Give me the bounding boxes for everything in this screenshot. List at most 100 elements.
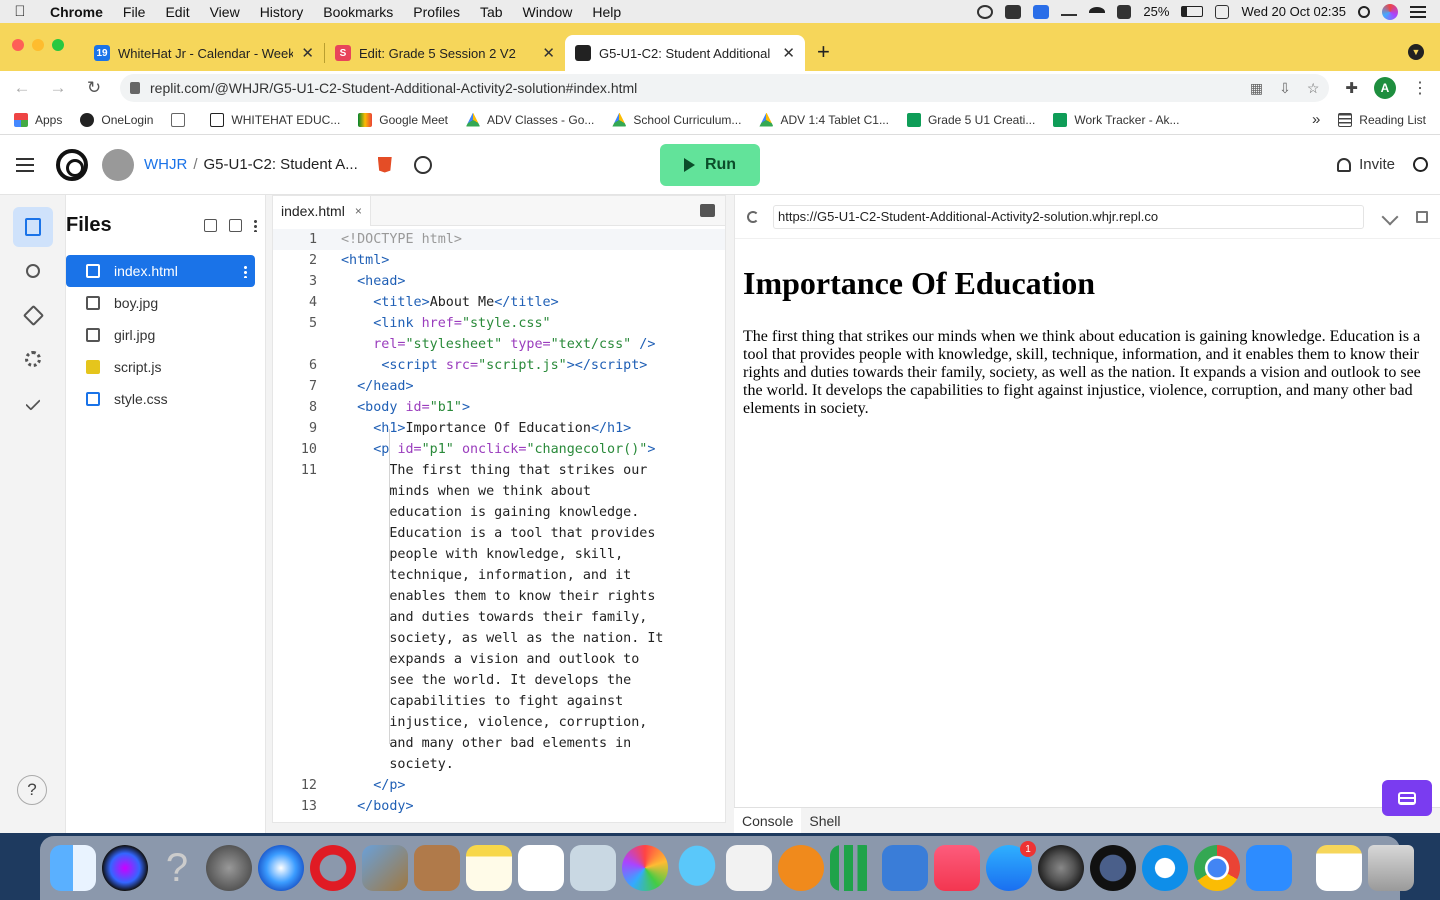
code-line[interactable]: society, as well as the nation. It [273, 628, 725, 649]
repl-name[interactable]: G5-U1-C2: Student A... [204, 156, 358, 173]
edit-url-icon[interactable] [1381, 208, 1399, 225]
recent-window-thumbnail-icon[interactable] [1316, 845, 1362, 891]
code-line[interactable]: 4 <title>About Me</title> [273, 292, 725, 313]
browser-tab-edit-session[interactable]: S Edit: Grade 5 Session 2 V2 ✕ [325, 35, 565, 71]
messages-icon[interactable] [674, 845, 720, 891]
file-item-script-js[interactable]: script.js [66, 351, 255, 383]
bookmark-work-tracker[interactable]: Work Tracker - Ak... [1053, 112, 1179, 127]
record-icon[interactable] [977, 4, 994, 19]
code-line[interactable]: rel="stylesheet" type="text/css" /> [273, 334, 725, 355]
menu-help[interactable]: Help [582, 4, 631, 20]
menu-bookmarks[interactable]: Bookmarks [313, 4, 403, 20]
reading-list-button[interactable]: Reading List [1338, 112, 1426, 127]
code-line[interactable]: 13 </body> [273, 796, 725, 817]
editor-options-icon[interactable] [700, 204, 715, 217]
menubar-clock[interactable]: Wed 20 Oct 02:35 [1241, 4, 1346, 19]
code-line[interactable]: 11 The first thing that strikes our [273, 460, 725, 481]
code-line[interactable]: 7 </head> [273, 376, 725, 397]
bookmark-google-meet[interactable]: Google Meet [358, 112, 448, 127]
search-icon[interactable] [1413, 157, 1428, 172]
owner-avatar[interactable] [102, 148, 134, 181]
notes-icon[interactable] [466, 845, 512, 891]
minimize-window-button[interactable] [32, 39, 44, 51]
trash-icon[interactable] [1368, 845, 1414, 891]
bookmark-grade5-u1[interactable]: Grade 5 U1 Creati... [906, 112, 1035, 127]
rail-packages-button[interactable] [13, 295, 53, 335]
menu-tab[interactable]: Tab [470, 4, 513, 20]
code-area[interactable]: 1 <!DOCTYPE html> 2 <html> 3 <head> 4 <title>… [273, 226, 725, 817]
close-window-button[interactable] [12, 39, 24, 51]
finder-icon[interactable] [50, 845, 96, 891]
file-item-boy-jpg[interactable]: boy.jpg [66, 287, 255, 319]
bookmark-folder[interactable] [171, 112, 192, 127]
code-line[interactable]: and duties towards their family, [273, 607, 725, 628]
code-line[interactable]: education is gaining knowledge. [273, 502, 725, 523]
code-line[interactable]: technique, information, and it [273, 565, 725, 586]
hamburger-menu-icon[interactable] [16, 157, 34, 172]
file-item-girl-jpg[interactable]: girl.jpg [66, 319, 255, 351]
rail-tests-button[interactable] [13, 383, 53, 423]
address-bar-url[interactable]: replit.com/@WHJR/G5-U1-C2-Student-Additi… [150, 80, 637, 96]
code-line[interactable]: injustice, violence, corruption, [273, 712, 725, 733]
rendered-paragraph[interactable]: The first thing that strikes our minds w… [743, 328, 1429, 418]
keyboard-input-icon[interactable] [1215, 4, 1230, 19]
file-item-index-html[interactable]: index.html [66, 255, 255, 287]
run-button[interactable]: Run [660, 144, 760, 186]
files-more-options-icon[interactable] [254, 218, 257, 232]
bookmark-star-icon[interactable]: ☆ [1307, 80, 1320, 97]
rail-files-button[interactable] [13, 207, 53, 247]
system-preferences-icon[interactable] [1038, 845, 1084, 891]
browser-tab-replit[interactable]: G5-U1-C2: Student Additional ✕ [565, 35, 805, 71]
close-tab-icon[interactable]: ✕ [301, 44, 314, 62]
install-app-icon[interactable]: ⇩ [1279, 80, 1291, 97]
app-store-icon[interactable]: 1 [986, 841, 1036, 891]
code-line[interactable]: 8 <body id="b1"> [273, 397, 725, 418]
code-line[interactable]: 12 </p> [273, 775, 725, 796]
bookmark-whitehat-education[interactable]: WHITEHAT EDUC... [210, 112, 340, 127]
menu-window[interactable]: Window [513, 4, 583, 20]
menu-edit[interactable]: Edit [155, 4, 199, 20]
photos-icon[interactable] [622, 845, 668, 891]
code-line[interactable]: enables them to know their rights [273, 586, 725, 607]
menu-history[interactable]: History [250, 4, 314, 20]
repl-owner-link[interactable]: WHJR [144, 156, 187, 173]
close-tab-icon[interactable]: ✕ [542, 44, 555, 62]
battery-icon[interactable] [1181, 6, 1204, 17]
code-line[interactable]: 1 <!DOCTYPE html> [273, 229, 725, 250]
teamviewer-icon[interactable] [1033, 4, 1050, 19]
chat-support-button[interactable] [1382, 780, 1432, 816]
books-icon[interactable] [778, 845, 824, 891]
bookmark-apps[interactable]: Apps [14, 112, 62, 127]
browser-tab-calendar[interactable]: 19 WhiteHat Jr - Calendar - Week ✕ [84, 35, 324, 71]
bookmark-school-curriculum[interactable]: School Curriculum... [612, 112, 741, 127]
invite-button[interactable]: Invite [1337, 156, 1395, 173]
bookmark-adv-classes[interactable]: ADV Classes - Go... [466, 112, 594, 127]
bookmark-adv-tablet[interactable]: ADV 1:4 Tablet C1... [759, 112, 889, 127]
volume-icon[interactable] [1117, 4, 1132, 19]
notification-center-icon[interactable] [1410, 5, 1426, 18]
spotlight-search-icon[interactable] [1358, 5, 1370, 18]
safari-icon[interactable] [258, 845, 304, 891]
back-button[interactable]: ← [12, 78, 32, 98]
forward-button[interactable]: → [48, 78, 68, 98]
menu-app-chrome[interactable]: Chrome [40, 4, 113, 20]
file-options-icon[interactable] [244, 264, 247, 278]
menu-file[interactable]: File [113, 4, 156, 20]
editor-tab-index-html[interactable]: index.html × [273, 195, 371, 226]
code-line[interactable]: 2 <html> [273, 250, 725, 271]
keynote-icon[interactable] [882, 845, 928, 891]
version-history-icon[interactable] [413, 155, 432, 174]
contacts-icon[interactable] [414, 845, 460, 891]
new-tab-button[interactable]: + [805, 39, 842, 71]
menu-profiles[interactable]: Profiles [403, 4, 470, 20]
qr-code-icon[interactable]: ▦ [1250, 80, 1263, 97]
close-tab-icon[interactable]: ✕ [782, 44, 795, 62]
unknown-app-icon[interactable]: ? [154, 845, 200, 891]
address-bar[interactable]: replit.com/@WHJR/G5-U1-C2-Student-Additi… [120, 74, 1330, 102]
code-line[interactable]: 5 <link href="style.css" [273, 313, 725, 334]
open-new-tab-icon[interactable] [1416, 210, 1428, 223]
code-line[interactable]: capabilities to fight against [273, 691, 725, 712]
code-line[interactable]: minds when we think about [273, 481, 725, 502]
camera-icon[interactable] [1005, 4, 1022, 19]
new-file-icon[interactable] [204, 218, 217, 232]
